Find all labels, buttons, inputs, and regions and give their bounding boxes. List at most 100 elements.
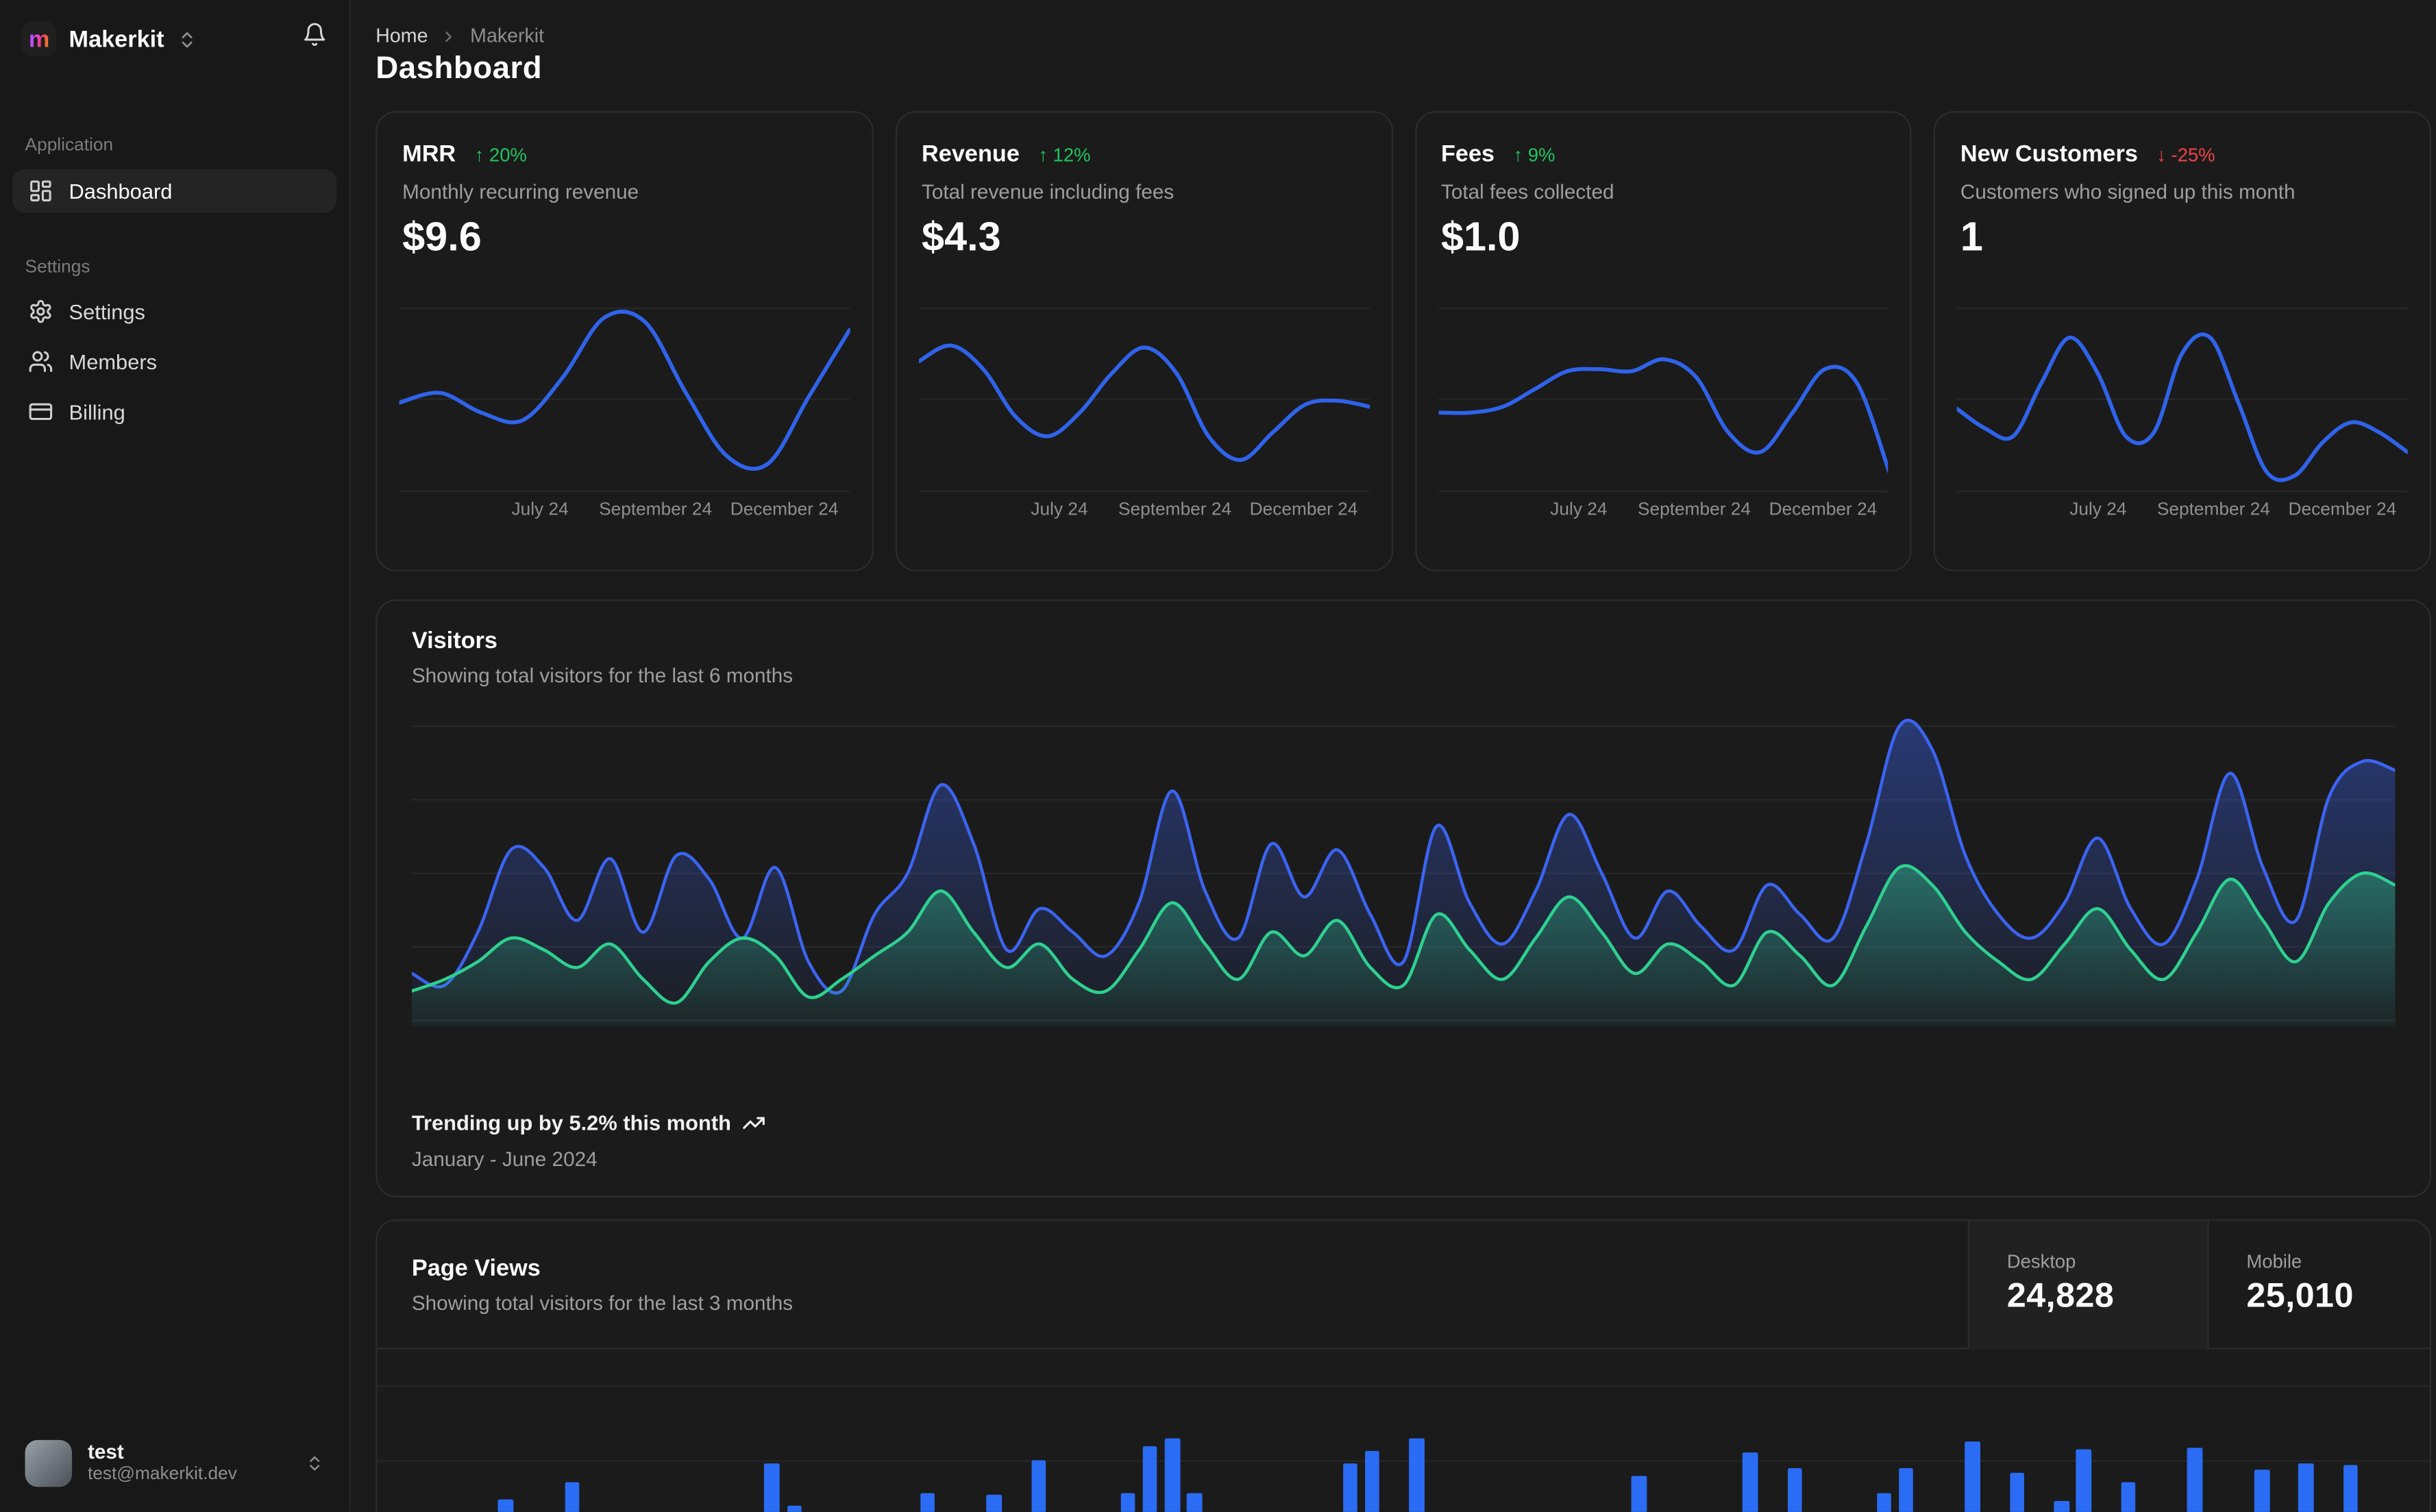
- sparkline-chart: [399, 307, 850, 495]
- bar: [2054, 1500, 2069, 1512]
- app-window: m Makerkit Application Dashboard Setting…: [0, 0, 2436, 1512]
- stat-subtitle: Customers who signed up this month: [1960, 179, 2296, 203]
- bar: [2187, 1448, 2203, 1512]
- trend-badge: ↑ 12%: [1038, 144, 1091, 166]
- bar: [1365, 1450, 1380, 1512]
- app-logo-letter: m: [28, 25, 50, 53]
- page-views-bar-chart: [386, 1351, 2426, 1512]
- bar: [2298, 1463, 2314, 1512]
- user-name: test: [87, 1439, 124, 1463]
- stat-subtitle: Total revenue including fees: [922, 179, 1174, 203]
- page-title: Dashboard: [376, 51, 543, 86]
- bar: [1164, 1438, 1180, 1512]
- stat-card-fees: Fees ↑ 9% Total fees collected $1.0 July…: [1414, 111, 1912, 571]
- breadcrumb-home-link[interactable]: Home: [376, 25, 428, 47]
- bar: [1187, 1493, 1203, 1512]
- page-views-card: Page Views Showing total visitors for th…: [376, 1219, 2431, 1512]
- bar: [497, 1499, 513, 1512]
- sidebar-item-label: Dashboard: [69, 179, 173, 203]
- sidebar-section-settings: Settings: [25, 258, 90, 277]
- bar: [1031, 1460, 1047, 1512]
- stat-card-new-customers: New Customers ↓ -25% Customers who signe…: [1934, 111, 2431, 571]
- stat-title: MRR: [402, 140, 456, 168]
- main-content: Home Makerkit Dashboard MRR ↑ 20% Monthl…: [352, 0, 2436, 1512]
- visitors-date-range: January - June 2024: [411, 1147, 598, 1171]
- bar: [1965, 1441, 1980, 1512]
- bar: [987, 1494, 1002, 1512]
- sidebar-item-members[interactable]: Members: [12, 340, 336, 384]
- sparkline-chart: [1438, 307, 1888, 495]
- user-email: test@makerkit.dev: [87, 1465, 237, 1485]
- credit-card-icon: [28, 399, 53, 425]
- bar: [1142, 1446, 1158, 1512]
- sidebar-item-label: Settings: [69, 299, 145, 323]
- bar: [1409, 1438, 1425, 1512]
- bar: [2254, 1470, 2269, 1512]
- bar: [2343, 1465, 2359, 1512]
- sidebar: m Makerkit Application Dashboard Setting…: [0, 0, 351, 1512]
- bar: [1898, 1467, 1914, 1512]
- sparkline-x-axis: July 24 September 24 December 24: [2069, 501, 2397, 520]
- stat-cards-row: MRR ↑ 20% Monthly recurring revenue $9.6…: [376, 111, 2431, 571]
- breadcrumb-current[interactable]: Makerkit: [470, 25, 544, 47]
- stat-value: $1.0: [1440, 212, 1521, 260]
- desktop-total: 24,828: [2006, 1275, 2115, 1315]
- user-menu[interactable]: test test@makerkit.dev: [12, 1428, 336, 1500]
- sidebar-section-application: Application: [25, 136, 114, 156]
- sparkline-x-axis: July 24 September 24 December 24: [1031, 501, 1358, 520]
- chevrons-up-down-icon: [305, 1454, 323, 1472]
- sparkline-x-axis: July 24 September 24 December 24: [511, 501, 839, 520]
- stat-value: 1: [1960, 212, 1983, 260]
- trending-up-icon: [742, 1111, 765, 1135]
- sparkline-chart: [918, 307, 1368, 495]
- bar: [1120, 1493, 1135, 1512]
- page-views-header: Page Views Showing total visitors for th…: [377, 1220, 2430, 1350]
- visitors-area-chart: [412, 714, 2396, 1027]
- workspace-name: Makerkit: [69, 25, 164, 53]
- gear-icon: [28, 299, 53, 324]
- sidebar-item-billing[interactable]: Billing: [12, 390, 336, 434]
- bar: [1342, 1463, 1358, 1512]
- bar: [1743, 1452, 1758, 1512]
- layout-dashboard-icon: [28, 178, 53, 203]
- stat-subtitle: Total fees collected: [1440, 179, 1614, 203]
- stat-card-mrr: MRR ↑ 20% Monthly recurring revenue $9.6…: [376, 111, 874, 571]
- bar: [564, 1482, 580, 1512]
- page-views-title: Page Views: [411, 1255, 541, 1282]
- mobile-total: 25,010: [2246, 1275, 2354, 1315]
- stat-value: $9.6: [402, 212, 482, 260]
- bar: [1787, 1467, 1803, 1512]
- bar: [2076, 1449, 2092, 1512]
- visitors-title: Visitors: [411, 628, 497, 654]
- avatar: [25, 1439, 73, 1487]
- toggle-mobile[interactable]: Mobile 25,010: [2207, 1220, 2429, 1350]
- page-views-subtitle: Showing total visitors for the last 3 mo…: [411, 1291, 793, 1315]
- trend-badge: ↓ -25%: [2156, 144, 2215, 166]
- bar: [1632, 1476, 1647, 1512]
- sidebar-item-label: Members: [69, 349, 158, 373]
- visitors-card: Visitors Showing total visitors for the …: [376, 599, 2431, 1198]
- workspace-header: m Makerkit: [21, 21, 328, 58]
- bar: [764, 1463, 780, 1512]
- sidebar-item-dashboard[interactable]: Dashboard: [12, 169, 337, 213]
- trend-badge: ↑ 9%: [1513, 144, 1555, 166]
- bar: [2121, 1482, 2136, 1512]
- sparkline-chart: [1957, 307, 2407, 495]
- sidebar-item-label: Billing: [69, 399, 125, 423]
- visitors-trend-note: Trending up by 5.2% this month: [412, 1111, 765, 1135]
- toggle-desktop[interactable]: Desktop 24,828: [1967, 1220, 2208, 1350]
- app-logo: m: [21, 21, 57, 57]
- bar: [1876, 1493, 1892, 1512]
- sidebar-item-settings[interactable]: Settings: [12, 290, 336, 334]
- stat-title: Revenue: [922, 140, 1020, 168]
- chevrons-up-down-icon[interactable]: [177, 29, 197, 49]
- stat-value: $4.3: [922, 212, 1001, 260]
- trend-badge: ↑ 20%: [474, 144, 527, 166]
- users-icon: [28, 349, 53, 374]
- chevron-right-icon: [441, 27, 458, 45]
- stat-card-revenue: Revenue ↑ 12% Total revenue including fe…: [895, 111, 1393, 571]
- notification-bell-icon[interactable]: [302, 22, 328, 47]
- stat-title: Fees: [1440, 140, 1495, 168]
- visitors-subtitle: Showing total visitors for the last 6 mo…: [411, 663, 793, 687]
- bar: [920, 1493, 935, 1512]
